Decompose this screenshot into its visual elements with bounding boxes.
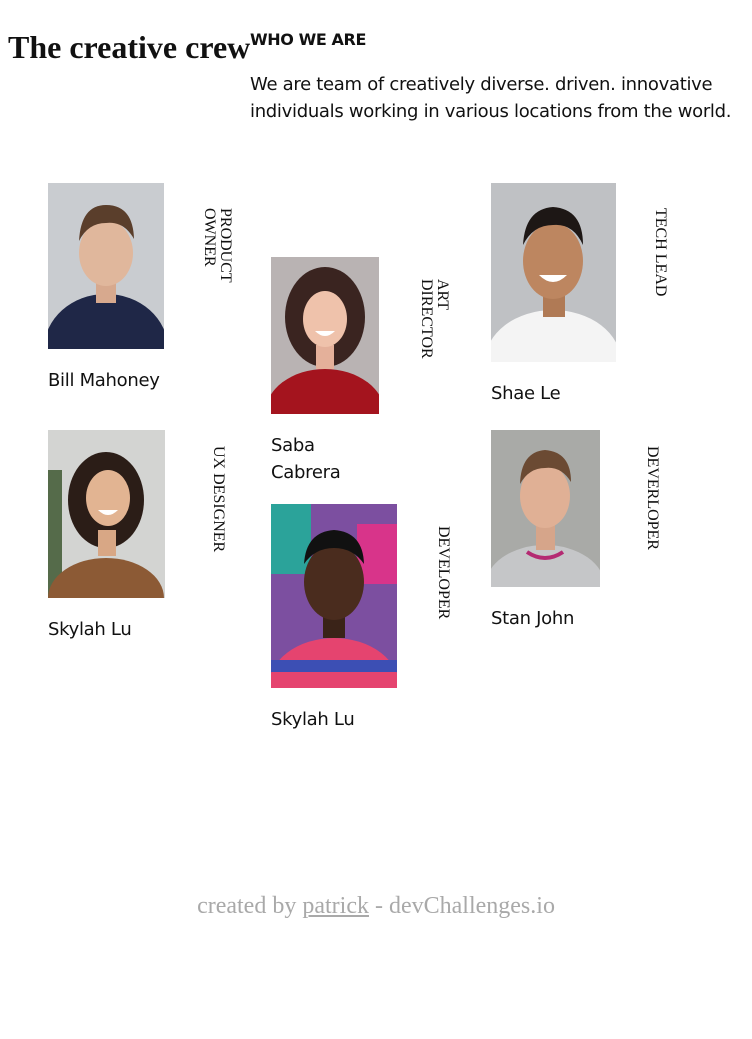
member-role: DEVELOPER	[435, 526, 452, 620]
member-photo	[48, 183, 164, 349]
member-card-saba-cabrera: ART DIRECTOR Saba Cabrera	[271, 257, 481, 492]
footer-prefix: created by	[197, 893, 303, 919]
member-card-bill-mahoney: PRODUCT OWNER Bill Mahoney	[48, 183, 248, 398]
intro-text: We are team of creatively diverse. drive…	[250, 74, 732, 122]
member-photo	[491, 183, 616, 362]
member-name: Shae Le	[491, 383, 561, 404]
intro-heading: WHO WE ARE	[250, 30, 366, 49]
member-name: Bill Mahoney	[48, 370, 160, 391]
member-name: Skylah Lu	[48, 619, 132, 640]
member-card-stan-john: DEVERLOPER Stan John	[491, 430, 691, 645]
member-name: Skylah Lu	[271, 709, 355, 730]
member-photo	[491, 430, 600, 587]
footer: created by patrick - devChallenges.io	[0, 890, 752, 922]
member-name: Saba Cabrera	[271, 435, 341, 483]
member-card-shae-le: TECH LEAD Shae Le	[491, 183, 691, 413]
author-link[interactable]: patrick	[302, 893, 369, 919]
member-photo	[271, 504, 397, 688]
member-card-skylah-lu-ux: UX DESIGNER Skylah Lu	[48, 430, 248, 645]
intro-section: WHO WE ARE We are team of creatively div…	[250, 29, 750, 125]
member-card-skylah-lu-dev: DEVELOPER Skylah Lu	[271, 504, 481, 739]
member-photo	[271, 257, 379, 414]
member-role: DEVERLOPER	[644, 446, 661, 550]
member-role: PRODUCT OWNER	[201, 208, 234, 283]
member-role: TECH LEAD	[652, 208, 669, 297]
member-role: ART DIRECTOR	[418, 279, 451, 359]
footer-suffix: - devChallenges.io	[368, 893, 555, 919]
page-title: The creative crew	[8, 29, 251, 65]
member-photo	[48, 430, 165, 598]
member-role: UX DESIGNER	[210, 446, 227, 553]
member-name: Stan John	[491, 608, 575, 629]
